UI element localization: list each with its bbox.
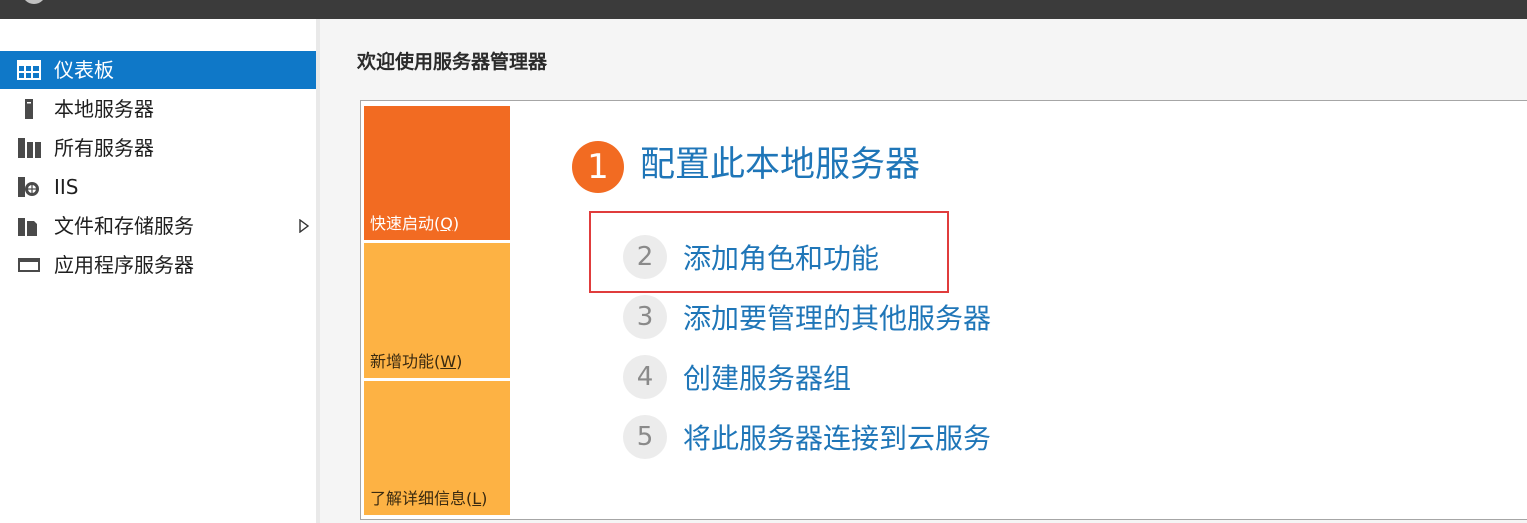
sidebar-item-dashboard[interactable]: 仪表板 xyxy=(0,51,316,89)
tile-quick-start[interactable]: 快速启动(Q) xyxy=(364,106,510,240)
step-number-badge: 1 xyxy=(572,141,624,193)
highlight-annotation xyxy=(589,211,949,293)
all-servers-icon xyxy=(18,138,41,158)
step-number-badge: 3 xyxy=(623,295,667,339)
tile-label: 了解详细信息(L) xyxy=(370,489,488,508)
app-logo-icon xyxy=(22,0,46,4)
page-title: 欢迎使用服务器管理器 xyxy=(357,51,548,73)
file-storage-icon xyxy=(18,218,37,236)
create-server-group-link[interactable]: 4 创建服务器组 xyxy=(623,354,851,400)
connect-cloud-services-link[interactable]: 5 将此服务器连接到云服务 xyxy=(623,414,991,460)
iis-icon xyxy=(18,177,39,197)
step-number-badge: 4 xyxy=(623,355,667,399)
welcome-panel: 快速启动(Q) 新增功能(W) 了解详细信息(L) 1 配置此本地服务器 2 添… xyxy=(360,100,1527,520)
title-bar xyxy=(0,0,1527,19)
dashboard-icon xyxy=(17,60,41,80)
step-number-badge: 5 xyxy=(623,415,667,459)
local-server-icon xyxy=(25,99,33,119)
sidebar-item-label: IIS xyxy=(54,175,79,199)
sidebar-item-local-server[interactable]: 本地服务器 xyxy=(0,90,316,128)
step-label: 将此服务器连接到云服务 xyxy=(683,422,992,455)
tile-learn-more[interactable]: 了解详细信息(L) xyxy=(364,381,510,515)
app-server-icon xyxy=(18,258,40,272)
step-label: 添加要管理的其他服务器 xyxy=(683,302,992,335)
tile-new-features[interactable]: 新增功能(W) xyxy=(364,243,510,378)
chevron-right-icon[interactable] xyxy=(298,219,310,233)
tile-label: 新增功能(W) xyxy=(370,352,463,371)
sidebar-item-label: 仪表板 xyxy=(54,58,114,82)
sidebar-item-iis[interactable]: IIS xyxy=(0,168,316,206)
sidebar: 仪表板 本地服务器 所有服务器 IIS 文件和存储服务 应用程序服务器 xyxy=(0,19,316,523)
add-servers-link[interactable]: 3 添加要管理的其他服务器 xyxy=(623,294,991,340)
sidebar-item-file-storage[interactable]: 文件和存储服务 xyxy=(0,207,316,245)
sidebar-item-app-server[interactable]: 应用程序服务器 xyxy=(0,246,316,284)
sidebar-item-label: 文件和存储服务 xyxy=(54,214,194,238)
sidebar-item-all-servers[interactable]: 所有服务器 xyxy=(0,129,316,167)
sidebar-item-label: 应用程序服务器 xyxy=(54,253,194,277)
configure-local-server-link[interactable]: 配置此本地服务器 xyxy=(640,139,920,191)
main-content: 欢迎使用服务器管理器 快速启动(Q) 新增功能(W) 了解详细信息(L) 1 配… xyxy=(320,19,1527,523)
tile-label: 快速启动(Q) xyxy=(370,214,460,233)
step-label: 创建服务器组 xyxy=(683,362,852,395)
sidebar-item-label: 本地服务器 xyxy=(54,97,154,121)
sidebar-item-label: 所有服务器 xyxy=(54,136,154,160)
